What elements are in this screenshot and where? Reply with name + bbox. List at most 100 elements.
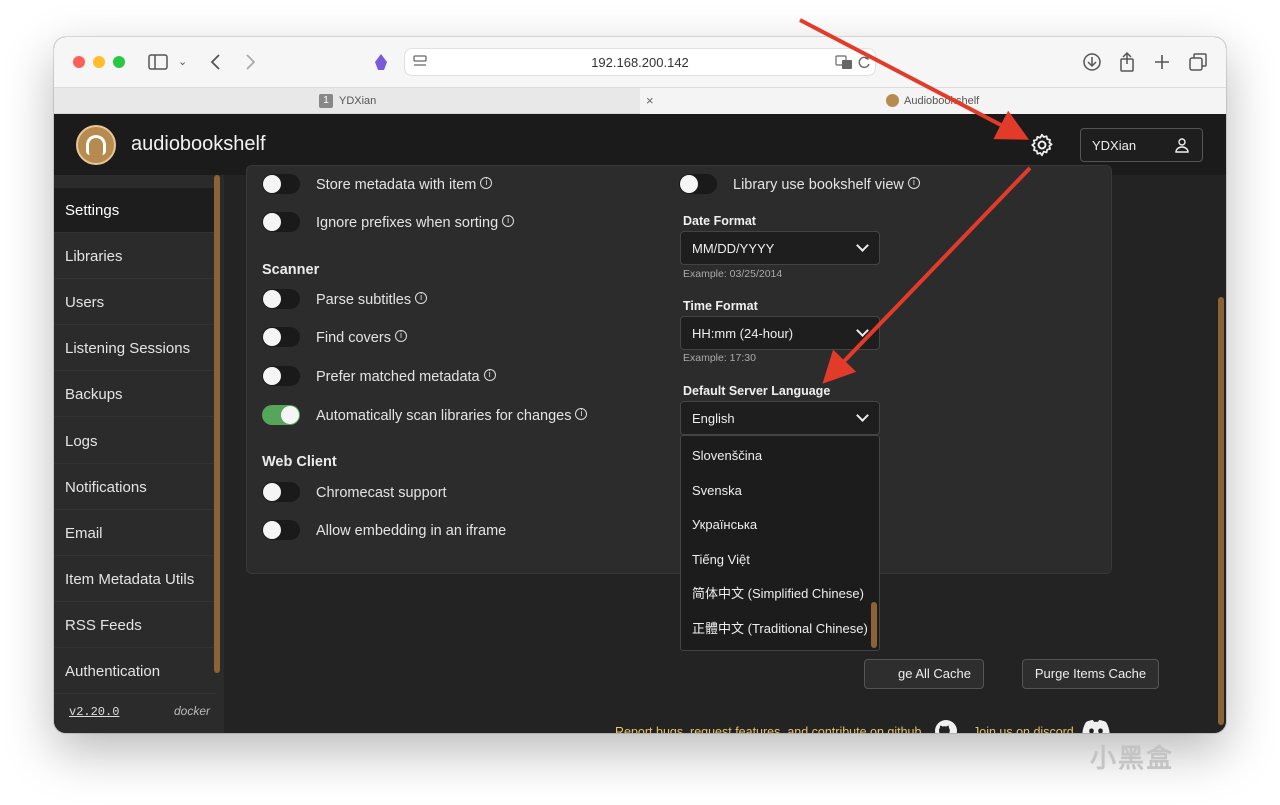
sidebar-item-listening-sessions[interactable]: Listening Sessions <box>54 326 216 371</box>
date-format-select[interactable]: MM/DD/YYYY <box>680 231 880 265</box>
tab-label: YDXian <box>339 95 377 107</box>
user-menu-button[interactable]: YDXian <box>1080 128 1203 162</box>
url-text: 192.168.200.142 <box>591 55 689 70</box>
info-icon[interactable]: i <box>907 177 920 189</box>
language-dropdown-list[interactable]: Slovenščina Svenska Українська Tiếng Việ… <box>680 435 880 651</box>
store-metadata-label: Store metadata with item i <box>316 177 493 193</box>
maximize-window-button[interactable] <box>113 56 125 68</box>
browser-toolbar: ⌄ 192.168.200.142 <box>54 37 1226 87</box>
report-bugs-text: Report bugs, request features, and contr… <box>615 725 921 733</box>
find-covers-toggle[interactable] <box>262 327 300 347</box>
chromecast-label: Chromecast support <box>316 485 447 501</box>
find-covers-label: Find covers i <box>316 330 407 346</box>
time-format-label: Time Format <box>683 299 758 313</box>
tab-ydxian[interactable]: 1 YDXian <box>54 88 639 114</box>
bookshelf-view-toggle[interactable] <box>679 174 717 194</box>
new-tab-plus-icon[interactable] <box>1153 50 1171 74</box>
chevron-down-icon <box>856 324 869 337</box>
version-link[interactable]: v2.20.0 <box>69 705 119 719</box>
purge-all-cache-button[interactable]: ge All Cache <box>864 659 984 689</box>
chromecast-toggle[interactable] <box>262 482 300 502</box>
purge-items-cache-button[interactable]: Purge Items Cache <box>1022 659 1159 689</box>
sidebar-item-notifications[interactable]: Notifications <box>54 465 216 510</box>
sidebar-footer: v2.20.0 docker <box>54 693 224 733</box>
iframe-embedding-label: Allow embedding in an iframe <box>316 523 507 539</box>
sidebar-item-users[interactable]: Users <box>54 280 216 325</box>
tab-badge: 1 <box>319 94 333 108</box>
scanner-heading: Scanner <box>262 262 320 278</box>
forward-arrow-icon[interactable] <box>243 50 257 74</box>
close-window-button[interactable] <box>73 56 85 68</box>
minimize-window-button[interactable] <box>93 56 105 68</box>
discord-link[interactable]: discord <box>1033 725 1073 733</box>
chevron-down-icon <box>856 239 869 252</box>
ignore-prefixes-toggle[interactable] <box>262 212 300 232</box>
store-metadata-toggle[interactable] <box>262 174 300 194</box>
tab-audiobookshelf[interactable]: × Audiobookshelf <box>640 88 1226 114</box>
audiobookshelf-logo-icon[interactable] <box>76 125 116 165</box>
build-type: docker <box>173 704 210 718</box>
sidebar-item-libraries[interactable]: Libraries <box>54 234 216 279</box>
sidebar-item-backups[interactable]: Backups <box>54 372 216 417</box>
date-format-value: MM/DD/YYYY <box>692 241 775 256</box>
sidebar-item-email[interactable]: Email <box>54 511 216 556</box>
auto-scan-label: Automatically scan libraries for changes… <box>316 408 588 424</box>
audiobookshelf-favicon-icon <box>886 94 899 107</box>
tab-overview-icon[interactable] <box>1188 50 1208 74</box>
address-bar[interactable]: 192.168.200.142 <box>404 48 876 76</box>
download-icon[interactable] <box>1082 50 1102 74</box>
close-tab-icon[interactable]: × <box>646 88 654 114</box>
app-title[interactable]: audiobookshelf <box>131 133 266 156</box>
sidebar-item-item-metadata-utils[interactable]: Item Metadata Utils <box>54 557 216 602</box>
join-discord-text: Join us on discord <box>973 725 1074 733</box>
settings-gear-icon[interactable] <box>1029 132 1055 158</box>
sidebar-item-logs[interactable]: Logs <box>54 419 216 464</box>
ignore-prefixes-label: Ignore prefixes when sorting i <box>316 215 515 231</box>
iframe-embedding-toggle[interactable] <box>262 520 300 540</box>
info-icon[interactable]: i <box>575 408 588 420</box>
server-language-value: English <box>692 411 735 426</box>
github-link[interactable]: github <box>887 725 921 733</box>
extension-icon[interactable] <box>372 50 390 74</box>
time-format-value: HH:mm (24-hour) <box>692 326 794 341</box>
language-option[interactable]: Українська <box>681 507 871 542</box>
chevron-down-icon[interactable]: ⌄ <box>178 50 187 74</box>
user-icon <box>1175 138 1189 153</box>
chevron-down-icon <box>856 409 869 422</box>
parse-subtitles-toggle[interactable] <box>262 289 300 309</box>
sidebar-toggle-icon[interactable] <box>148 50 168 74</box>
info-icon[interactable]: i <box>415 292 428 304</box>
info-icon[interactable]: i <box>483 369 496 381</box>
sidebar-item-settings[interactable]: Settings <box>54 188 216 233</box>
sidebar-item-authentication[interactable]: Authentication <box>54 649 216 694</box>
info-icon[interactable]: i <box>394 330 407 342</box>
main-scrollbar[interactable] <box>1218 297 1224 725</box>
username: YDXian <box>1092 138 1137 153</box>
language-option[interactable]: Svenska <box>681 473 871 508</box>
prefer-matched-metadata-label: Prefer matched metadata i <box>316 369 496 385</box>
info-icon[interactable]: i <box>480 177 493 189</box>
auto-scan-toggle[interactable] <box>262 405 300 425</box>
browser-window: ⌄ 192.168.200.142 1 YDXian × Audiobooksh… <box>54 37 1226 733</box>
language-option[interactable]: 简体中文 (Simplified Chinese) <box>681 576 871 611</box>
tab-label: Audiobookshelf <box>904 95 980 107</box>
language-option[interactable]: Tiếng Việt <box>681 542 871 577</box>
discord-icon[interactable] <box>1080 718 1112 733</box>
github-icon[interactable] <box>934 719 958 733</box>
time-format-select[interactable]: HH:mm (24-hour) <box>680 316 880 350</box>
sidebar-item-rss-feeds[interactable]: RSS Feeds <box>54 603 216 648</box>
server-language-select[interactable]: English <box>680 401 880 435</box>
info-icon[interactable]: i <box>502 215 515 227</box>
language-option[interactable]: 正體中文 (Traditional Chinese) <box>681 611 871 646</box>
back-arrow-icon[interactable] <box>209 50 223 74</box>
bookshelf-view-label: Library use bookshelf view i <box>733 177 920 193</box>
watermark-logo: 小黑盒 <box>1090 743 1175 773</box>
time-format-example: Example: 17:30 <box>683 352 756 364</box>
share-icon[interactable] <box>1118 50 1136 74</box>
translate-icon[interactable] <box>835 54 853 75</box>
language-option[interactable]: Slovenščina <box>681 438 871 473</box>
dropdown-scrollbar[interactable] <box>871 602 877 648</box>
reload-icon[interactable] <box>857 54 871 75</box>
prefer-matched-metadata-toggle[interactable] <box>262 366 300 386</box>
sidebar-scrollbar[interactable] <box>214 175 220 673</box>
